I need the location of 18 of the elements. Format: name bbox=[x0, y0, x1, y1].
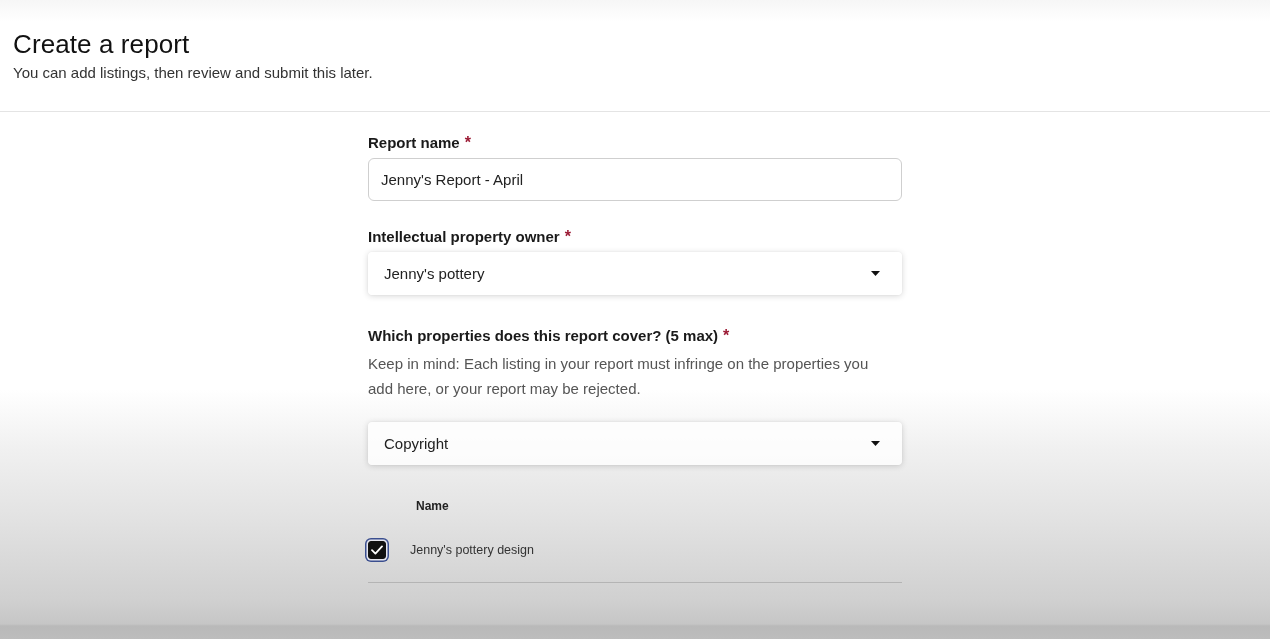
caret-icon bbox=[871, 441, 880, 446]
dropdown[interactable]: Copyright bbox=[368, 422, 902, 465]
dropdown[interactable]: Jenny's pottery bbox=[368, 252, 902, 295]
text-field[interactable]: Jenny's Report - April bbox=[368, 158, 902, 201]
page-subtitle: You can add listings, then review and submit this later. bbox=[13, 64, 374, 82]
field-label: Intellectual property owner bbox=[368, 227, 560, 247]
table-cell: Jenny's pottery design bbox=[410, 542, 534, 557]
field-label: Which properties does this report cover? (5 max) bbox=[368, 326, 719, 346]
checkmark-icon bbox=[371, 544, 383, 555]
page-title: Create a report bbox=[13, 29, 191, 59]
required-asterisk: * bbox=[723, 326, 730, 346]
checkbox[interactable] bbox=[368, 540, 386, 559]
required-asterisk: * bbox=[464, 133, 471, 153]
caret-icon bbox=[871, 271, 880, 276]
required-asterisk: * bbox=[564, 227, 571, 247]
field-label: Report name bbox=[368, 133, 460, 153]
help-text: Keep in mind: Each listing in your report must infringe on the properties you add here, or your report may be rejected. bbox=[368, 354, 870, 399]
column-header: Name bbox=[416, 499, 449, 513]
